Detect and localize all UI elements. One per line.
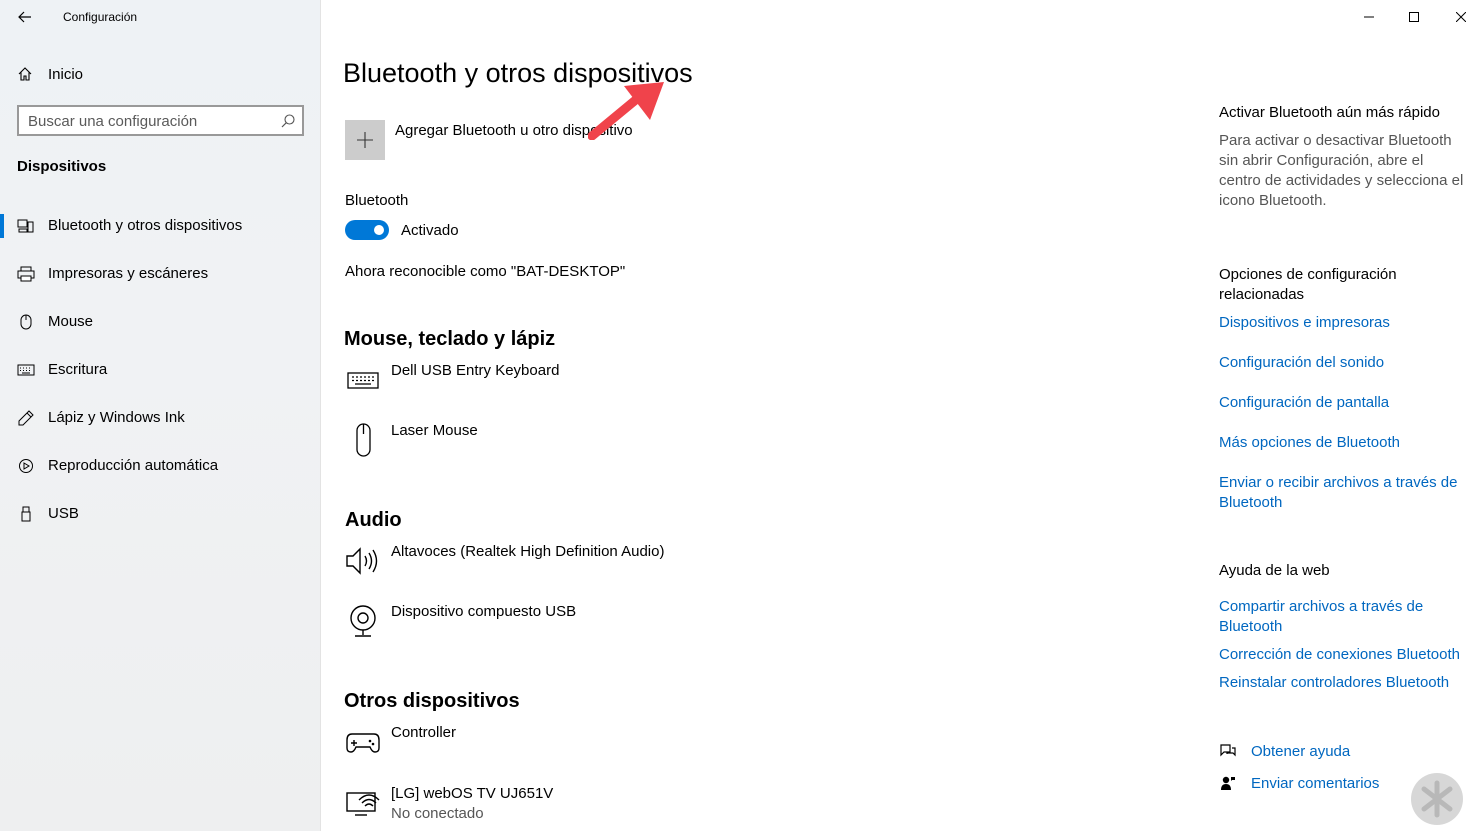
- bluetooth-devices-icon: [17, 218, 35, 234]
- bluetooth-toggle[interactable]: [345, 220, 389, 240]
- home-nav-item[interactable]: Inicio: [0, 58, 321, 90]
- web-help-link[interactable]: Compartir archivos a través de Bluetooth: [1219, 597, 1444, 637]
- sidebar-item-label: USB: [48, 505, 79, 522]
- watermark-logo: [1411, 773, 1463, 825]
- web-help-link[interactable]: Corrección de conexiones Bluetooth: [1219, 645, 1469, 665]
- bluetooth-state: Activado: [401, 222, 459, 239]
- toggle-knob: [374, 225, 384, 235]
- app-title: Configuración: [63, 10, 138, 24]
- related-link[interactable]: Más opciones de Bluetooth: [1219, 433, 1469, 453]
- maximize-button[interactable]: [1391, 0, 1437, 34]
- sidebar-item-mouse[interactable]: Mouse: [0, 298, 321, 346]
- webcam-icon: [345, 603, 381, 639]
- search-input[interactable]: [28, 111, 268, 131]
- autoplay-icon: [17, 458, 35, 474]
- device-name: Controller: [391, 724, 457, 741]
- search-icon[interactable]: [280, 113, 296, 129]
- sidebar-item-label: Lápiz y Windows Ink: [48, 409, 185, 426]
- device-name: Dell USB Entry Keyboard: [391, 362, 560, 379]
- add-device-button[interactable]: [345, 120, 385, 160]
- close-button[interactable]: [1438, 0, 1484, 34]
- tip-text: Para activar o desactivar Bluetooth sin …: [1219, 132, 1464, 209]
- search-box[interactable]: [17, 105, 304, 136]
- related-heading: Opciones de configuración relacionadas: [1219, 266, 1397, 303]
- device-item[interactable]: Laser Mouse: [345, 422, 745, 472]
- get-help-row[interactable]: Obtener ayuda: [1219, 740, 1350, 762]
- annotation-arrow-icon: [588, 82, 664, 140]
- sidebar-item-usb[interactable]: USB: [0, 490, 321, 538]
- related-link[interactable]: Dispositivos e impresoras: [1219, 313, 1469, 333]
- sidebar-nav: Bluetooth y otros dispositivos Impresora…: [0, 202, 321, 538]
- home-label: Inicio: [48, 66, 84, 83]
- related-link[interactable]: Enviar o recibir archivos a través de Bl…: [1219, 473, 1464, 513]
- keyboard-icon: [17, 362, 35, 378]
- sidebar-item-printers[interactable]: Impresoras y escáneres: [0, 250, 321, 298]
- device-name: Altavoces (Realtek High Definition Audio…: [391, 543, 665, 560]
- sidebar: Configuración Inicio Dispositivos Blueto…: [0, 0, 321, 831]
- bluetooth-label: Bluetooth: [345, 192, 409, 209]
- back-arrow-icon: [18, 11, 31, 23]
- device-item[interactable]: Dispositivo compuesto USB: [345, 603, 745, 653]
- back-button[interactable]: [8, 4, 42, 30]
- device-name: Dispositivo compuesto USB: [391, 603, 577, 620]
- feedback-row[interactable]: Enviar comentarios: [1219, 772, 1379, 794]
- related-link[interactable]: Configuración del sonido: [1219, 353, 1469, 373]
- minimize-button[interactable]: [1346, 0, 1392, 34]
- sidebar-item-label: Impresoras y escáneres: [48, 265, 209, 282]
- tip-heading: Activar Bluetooth aún más rápido: [1219, 104, 1440, 121]
- sidebar-item-typing[interactable]: Escritura: [0, 346, 321, 394]
- title-bar: Configuración: [0, 0, 321, 34]
- get-help-link[interactable]: Obtener ayuda: [1251, 743, 1350, 760]
- group-heading-input: Mouse, teclado y lápiz: [344, 328, 556, 350]
- sidebar-item-pen[interactable]: Lápiz y Windows Ink: [0, 394, 321, 442]
- display-wireless-icon: [345, 785, 381, 821]
- group-heading-other: Otros dispositivos: [344, 690, 520, 712]
- web-help-heading: Ayuda de la web: [1219, 562, 1330, 579]
- usb-icon: [17, 506, 35, 522]
- chat-help-icon: [1219, 742, 1237, 760]
- sidebar-item-label: Bluetooth y otros dispositivos: [48, 217, 243, 234]
- discoverable-text: Ahora reconocible como "BAT-DESKTOP": [345, 263, 626, 280]
- keyboard-icon: [345, 362, 381, 398]
- device-item[interactable]: [LG] webOS TV UJ651V No conectado: [345, 785, 745, 831]
- home-icon: [18, 67, 32, 81]
- sidebar-item-bluetooth[interactable]: Bluetooth y otros dispositivos: [0, 202, 321, 250]
- sidebar-item-autoplay[interactable]: Reproducción automática: [0, 442, 321, 490]
- device-name: Laser Mouse: [391, 422, 478, 439]
- mouse-icon: [345, 422, 381, 458]
- device-item[interactable]: Controller: [345, 724, 745, 774]
- mouse-icon: [17, 314, 35, 330]
- speaker-icon: [345, 543, 381, 579]
- close-icon: [1456, 12, 1466, 22]
- minimize-icon: [1364, 16, 1374, 18]
- group-heading-audio: Audio: [345, 509, 402, 531]
- device-item[interactable]: Altavoces (Realtek High Definition Audio…: [345, 543, 745, 593]
- device-status: No conectado: [391, 805, 484, 822]
- sidebar-item-label: Reproducción automática: [48, 457, 219, 474]
- maximize-icon: [1409, 12, 1419, 22]
- sidebar-item-label: Mouse: [48, 313, 94, 330]
- section-title: Dispositivos: [17, 158, 107, 175]
- device-item[interactable]: Dell USB Entry Keyboard: [345, 362, 745, 412]
- plus-icon: [357, 132, 373, 148]
- feedback-icon: [1219, 774, 1237, 792]
- printer-icon: [17, 266, 35, 282]
- web-help-link[interactable]: Reinstalar controladores Bluetooth: [1219, 673, 1469, 693]
- selection-indicator: [0, 214, 4, 238]
- related-link[interactable]: Configuración de pantalla: [1219, 393, 1469, 413]
- sidebar-item-label: Escritura: [48, 361, 108, 378]
- feedback-link[interactable]: Enviar comentarios: [1251, 775, 1379, 792]
- device-name: [LG] webOS TV UJ651V: [391, 785, 554, 802]
- gamepad-icon: [345, 724, 381, 760]
- pen-icon: [17, 410, 35, 426]
